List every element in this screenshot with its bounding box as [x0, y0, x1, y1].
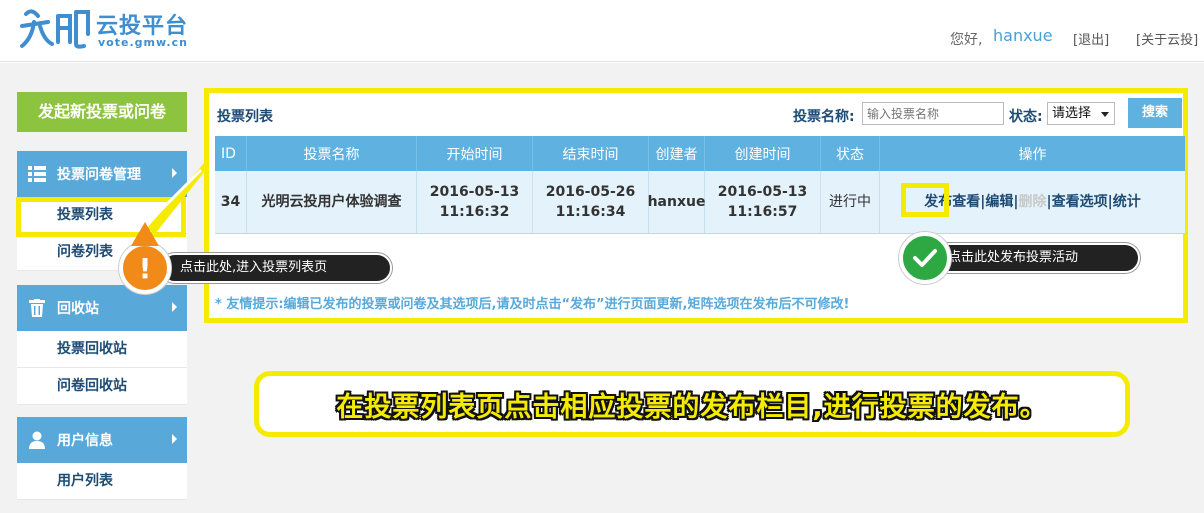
search-button[interactable]: 搜索: [1128, 98, 1182, 128]
panel-title: 投票列表: [217, 109, 273, 125]
created-date: 2016-05-13: [717, 184, 808, 200]
username-link[interactable]: hanxue: [993, 26, 1053, 45]
sidebar-head-recycle[interactable]: 回收站: [17, 285, 187, 331]
sidebar-item-vote-recycle[interactable]: 投票回收站: [17, 331, 187, 368]
caret-down-icon: [1101, 112, 1109, 117]
view-options-link[interactable]: 查看选项: [1052, 192, 1108, 212]
user-icon: [27, 431, 47, 449]
warning-glyph: !: [138, 251, 152, 285]
column-header: 操作: [1018, 146, 1047, 163]
cell-id: 34: [215, 171, 247, 233]
cell-vote-name[interactable]: 光明云投用户体验调查: [247, 171, 417, 233]
tooltip-vote-list: 点击此处,进入投票列表页: [160, 253, 392, 283]
cell-creator: hanxue: [648, 171, 705, 233]
start-date: 2016-05-13: [429, 184, 520, 200]
column-header: 投票名称: [247, 136, 417, 171]
search-input[interactable]: [862, 102, 1004, 125]
logo-domain: vote.gmw.cn: [98, 36, 188, 49]
column-header: 创建时间: [705, 136, 821, 171]
chevron-right-icon: [172, 434, 177, 444]
column-header: 开始时间: [417, 136, 533, 171]
column-header: 创建者: [649, 136, 705, 171]
sidebar-head-label: 投票问卷管理: [57, 167, 141, 183]
warning-icon: !: [119, 242, 171, 294]
friendly-tip: * 友情提示:编辑已发布的投票或问卷及其选项后,请及时点击“发布”进行页面更新,…: [215, 297, 850, 312]
sidebar-head-label: 回收站: [57, 301, 99, 317]
start-clock: 11:16:32: [439, 204, 510, 220]
sidebar-item-survey-recycle[interactable]: 问卷回收站: [17, 368, 187, 405]
chevron-right-icon: [172, 302, 177, 312]
cell-status: 进行中: [821, 171, 880, 233]
logout-link[interactable]: [退出]: [1073, 29, 1109, 48]
status-select[interactable]: 请选择: [1047, 102, 1115, 125]
cell-end-time: 2016-05-26 11:16:34: [533, 171, 649, 233]
end-date: 2016-05-26: [545, 184, 636, 200]
sidebar-section-user: 用户信息 用户列表: [17, 417, 187, 500]
sidebar-item-user-list[interactable]: 用户列表: [17, 463, 187, 500]
cell-created-time: 2016-05-13 11:16:57: [705, 171, 821, 233]
list-icon: [27, 165, 47, 183]
column-header: 结束时间: [533, 136, 649, 171]
table-header: ID 投票名称 开始时间 结束时间 创建者 创建时间 状态 操作: [215, 136, 1185, 171]
instruction-text: 在投票列表页点击相应投票的发布栏目,进行投票的发布。: [336, 391, 1048, 423]
greeting-text: 您好,: [950, 32, 983, 48]
created-clock: 11:16:57: [727, 204, 798, 220]
edit-link[interactable]: 编辑: [985, 192, 1013, 212]
view-link[interactable]: 查看: [952, 192, 980, 212]
highlight-publish: [901, 183, 949, 217]
status-label: 状态:: [1009, 109, 1043, 125]
check-icon: [899, 232, 951, 284]
instruction-banner: 在投票列表页点击相应投票的发布栏目,进行投票的发布。: [254, 371, 1130, 437]
vote-list-panel: 投票列表 投票名称: 状态: 请选择 搜索 ID 投票名称 开始时间 结束时间 …: [204, 88, 1188, 323]
column-header: 状态: [821, 136, 880, 171]
top-header: 云投平台 vote.gmw.cn 您好, hanxue [退出] [关于云投]: [0, 0, 1204, 62]
about-link[interactable]: [关于云投]: [1136, 29, 1198, 48]
stats-link[interactable]: 统计: [1113, 192, 1141, 212]
search-name-label: 投票名称:: [793, 109, 855, 125]
delete-link-disabled: 删除: [1018, 194, 1047, 210]
end-clock: 11:16:34: [555, 204, 626, 220]
table-row: 34 光明云投用户体验调查 2016-05-13 11:16:32 2016-0…: [215, 171, 1185, 234]
new-vote-button[interactable]: 发起新投票或问卷: [17, 92, 187, 132]
column-header: ID: [215, 136, 247, 171]
status-select-value: 请选择: [1052, 106, 1092, 121]
cell-start-time: 2016-05-13 11:16:32: [417, 171, 533, 233]
guangming-logo-icon: [20, 9, 90, 49]
trash-icon: [27, 299, 47, 317]
sidebar-head-label: 用户信息: [57, 433, 113, 449]
callout-arrow: [131, 222, 159, 246]
sidebar-section-recycle: 回收站 投票回收站 问卷回收站: [17, 285, 187, 405]
sidebar-head-user[interactable]: 用户信息: [17, 417, 187, 463]
tooltip-publish: 点击此处发布投票活动: [928, 243, 1140, 273]
